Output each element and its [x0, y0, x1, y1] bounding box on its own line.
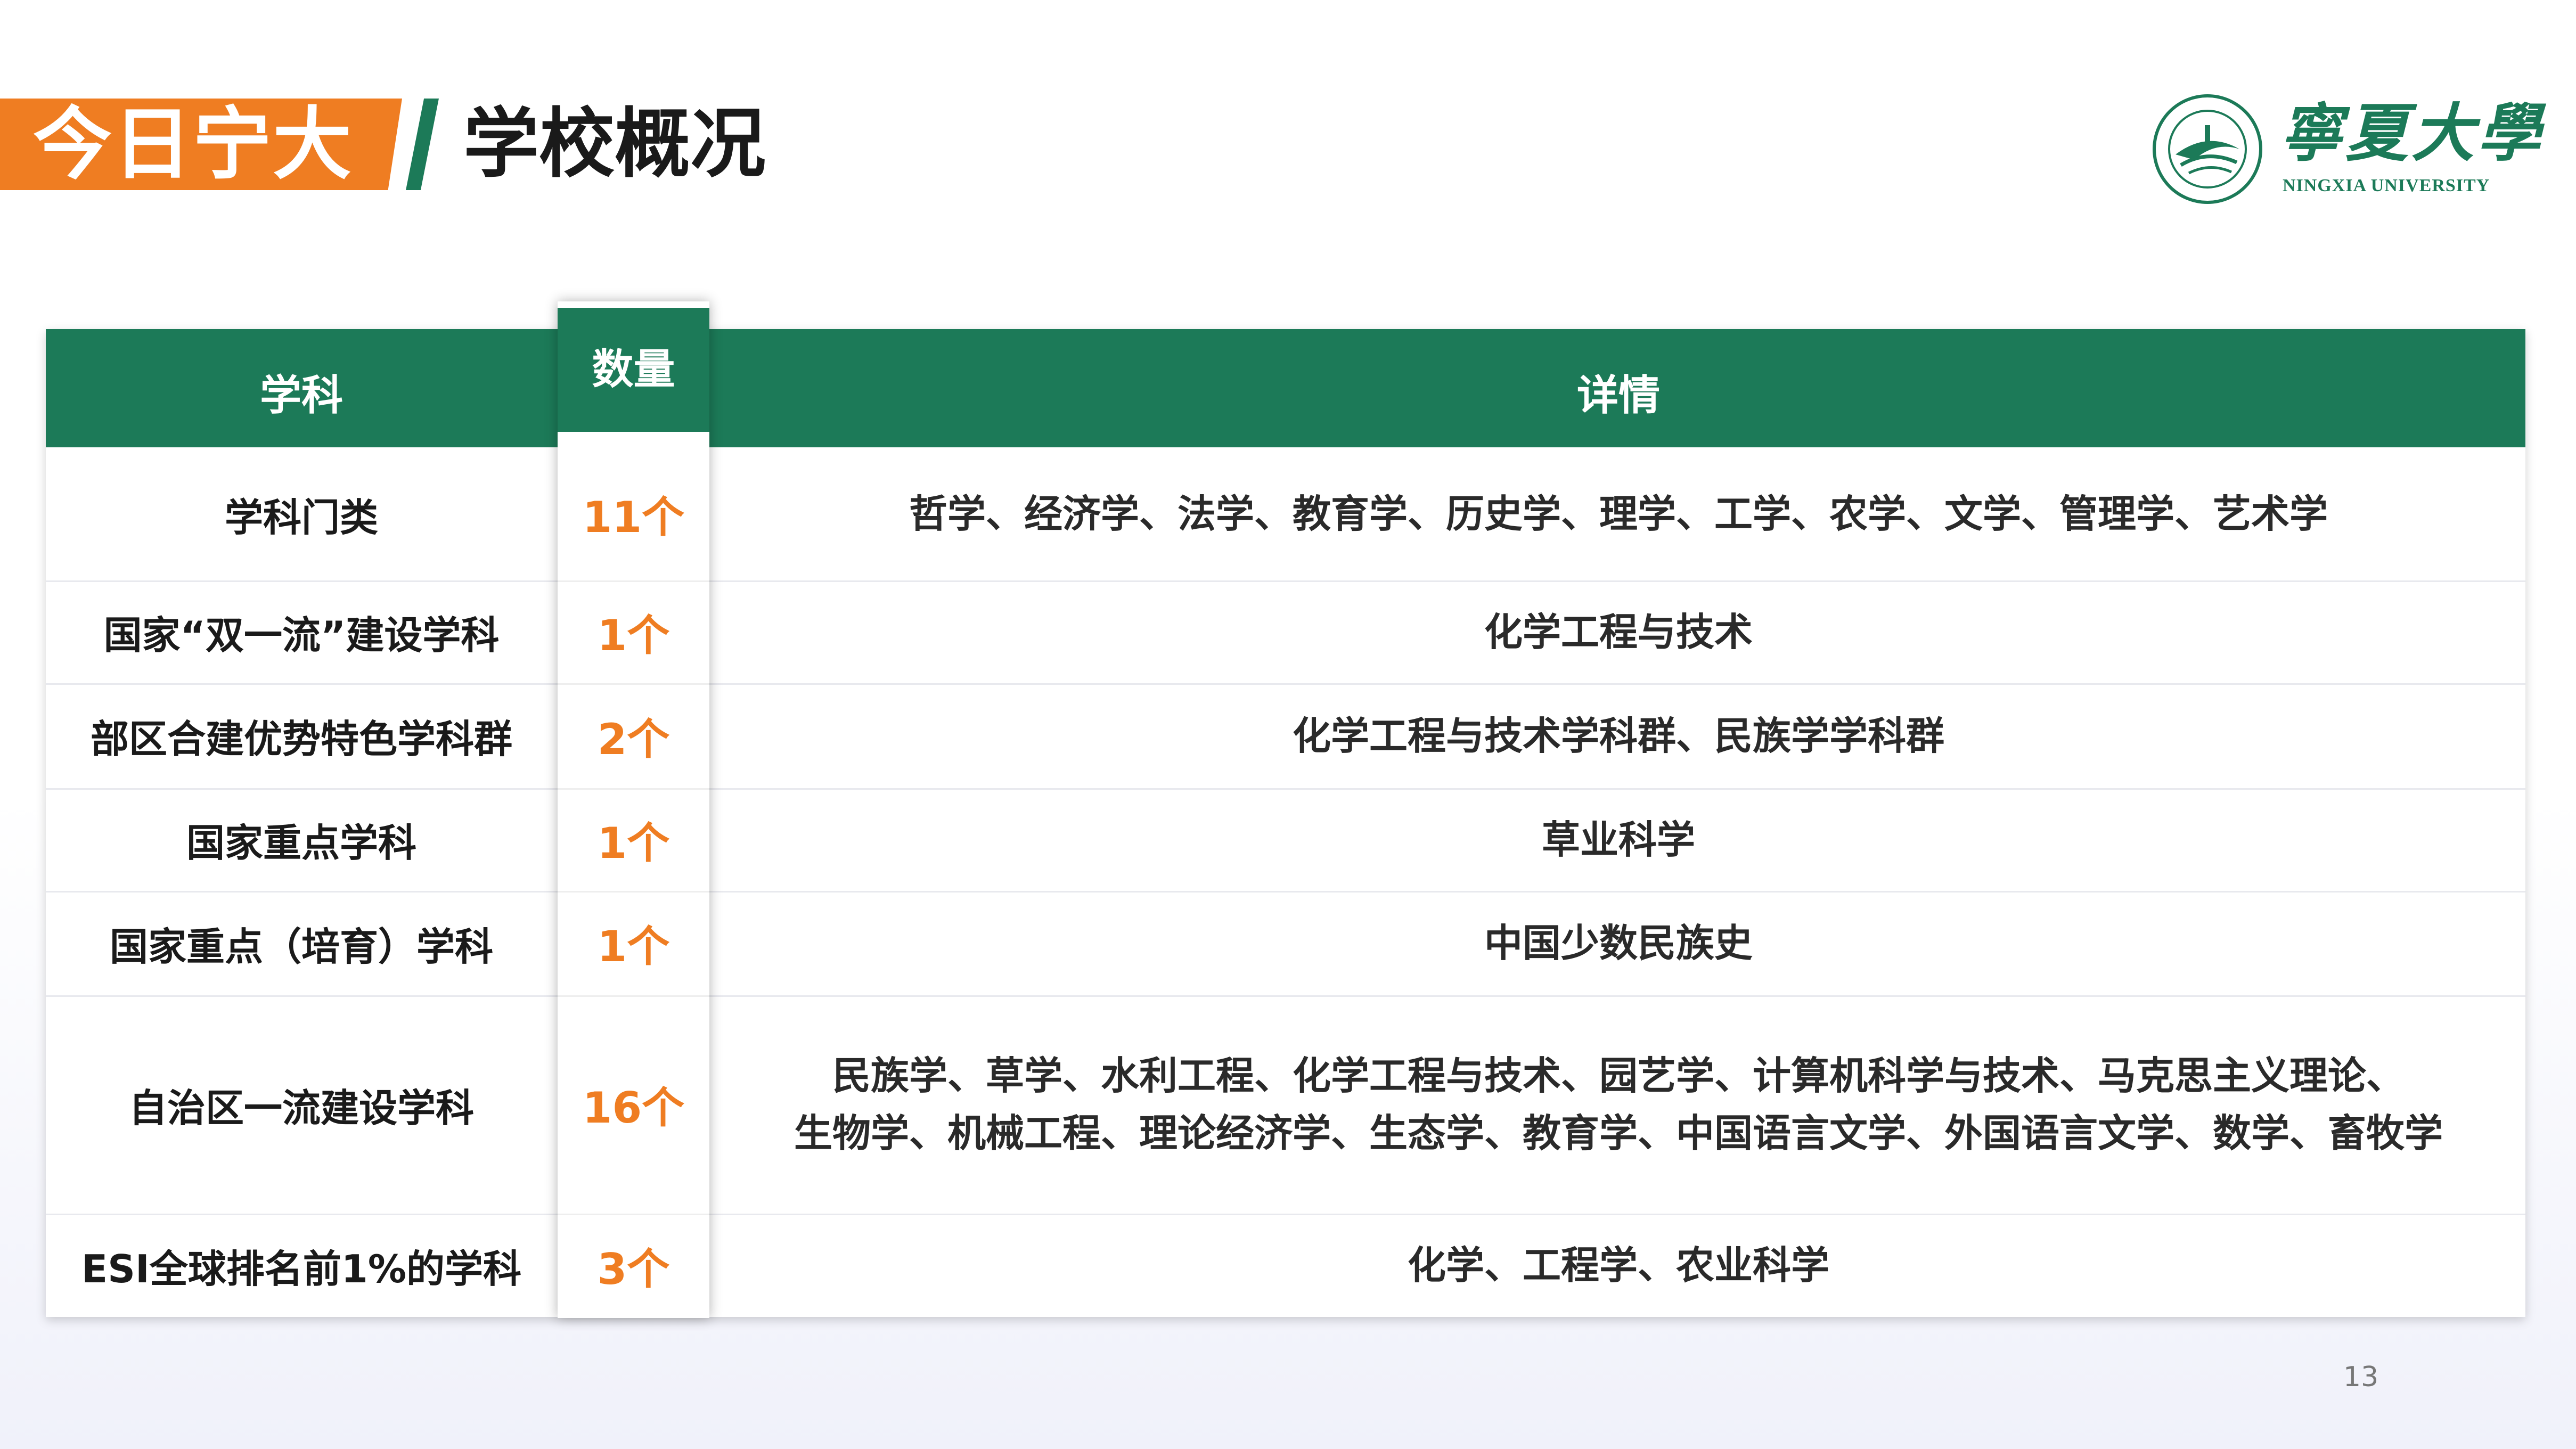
university-emblem-icon [2153, 94, 2262, 204]
row-count: 1个 [558, 580, 709, 685]
row-count: 11个 [558, 447, 709, 582]
table-row: 国家重点学科 草业科学 [46, 788, 2525, 893]
detail-line: 哲学、经济学、法学、教育学、历史学、理学、工学、农学、文学、管理学、艺术学 [909, 492, 2328, 536]
slide: 今日宁大 学校概况 寧夏大學 NINGXIA UNIVERSITY 学科 详情 … [0, 0, 2576, 1449]
detail-line: 化学、工程学、农业科学 [1407, 1243, 1829, 1288]
row-subject: 部区合建优势特色学科群 [90, 717, 512, 762]
row-details: 化学工程与技术学科群、民族学学科群 [712, 683, 2525, 788]
header-count: 数量 [558, 308, 709, 432]
page-number: 13 [2343, 1361, 2379, 1393]
table-row: ESI全球排名前1%的学科 化学、工程学、农业科学 [46, 1214, 2525, 1317]
detail-line: 中国少数民族史 [1484, 921, 1753, 965]
header-subject: 学科 [259, 372, 343, 420]
row-subject: 国家重点（培育）学科 [109, 924, 493, 969]
detail-line: 化学工程与技术 [1484, 609, 1753, 654]
section-tag: 今日宁大 [33, 99, 353, 190]
table-row: 学科门类 哲学、经济学、法学、教育学、历史学、理学、工学、农学、文学、管理学、艺… [46, 447, 2525, 582]
row-subject: 国家“双一流”建设学科 [103, 613, 500, 658]
table-row: 自治区一流建设学科 民族学、草学、水利工程、化学工程与技术、园艺学、计算机科学与… [46, 995, 2525, 1215]
table-row: 部区合建优势特色学科群 化学工程与技术学科群、民族学学科群 [46, 683, 2525, 790]
row-details: 民族学、草学、水利工程、化学工程与技术、园艺学、计算机科学与技术、马克思主义理论… [712, 995, 2525, 1214]
row-details: 中国少数民族史 [712, 891, 2525, 995]
count-column: 数量 11个 1个 2个 1个 1个 16个 3个 [558, 301, 709, 1318]
row-count: 2个 [558, 683, 709, 790]
row-subject: 自治区一流建设学科 [128, 1085, 474, 1131]
detail-line: 化学工程与技术学科群、民族学学科群 [1292, 713, 1944, 758]
detail-line: 草业科学 [1541, 817, 1695, 862]
university-name-en: NINGXIA UNIVERSITY [2283, 176, 2490, 195]
row-subject: 国家重点学科 [186, 821, 416, 865]
row-count: 1个 [558, 891, 709, 997]
table-row: 国家“双一流”建设学科 化学工程与技术 [46, 580, 2525, 685]
detail-line: 生物学、机械工程、理论经济学、生态学、教育学、中国语言文学、外国语言文学、数学、… [794, 1111, 2443, 1156]
row-details: 草业科学 [712, 788, 2525, 891]
discipline-table: 学科 详情 学科门类 哲学、经济学、法学、教育学、历史学、理学、工学、农学、文学… [46, 329, 2525, 1317]
university-name-cn: 寧夏大學 [2279, 96, 2544, 170]
page-title: 学校概况 [463, 100, 766, 188]
row-subject: 学科门类 [224, 495, 378, 540]
table-row: 国家重点（培育）学科 中国少数民族史 [46, 891, 2525, 997]
title-slash-divider [406, 99, 439, 190]
header-details: 详情 [1576, 372, 1660, 420]
row-count: 1个 [558, 788, 709, 893]
row-details: 化学、工程学、农业科学 [712, 1214, 2525, 1317]
row-subject: ESI全球排名前1%的学科 [81, 1246, 522, 1291]
row-count: 16个 [558, 995, 709, 1215]
detail-line: 民族学、草学、水利工程、化学工程与技术、园艺学、计算机科学与技术、马克思主义理论… [832, 1053, 2405, 1098]
row-details: 化学工程与技术 [712, 580, 2525, 683]
row-details: 哲学、经济学、法学、教育学、历史学、理学、工学、农学、文学、管理学、艺术学 [712, 447, 2525, 580]
table-header: 学科 详情 [46, 329, 2525, 447]
row-count: 3个 [597, 1245, 670, 1294]
